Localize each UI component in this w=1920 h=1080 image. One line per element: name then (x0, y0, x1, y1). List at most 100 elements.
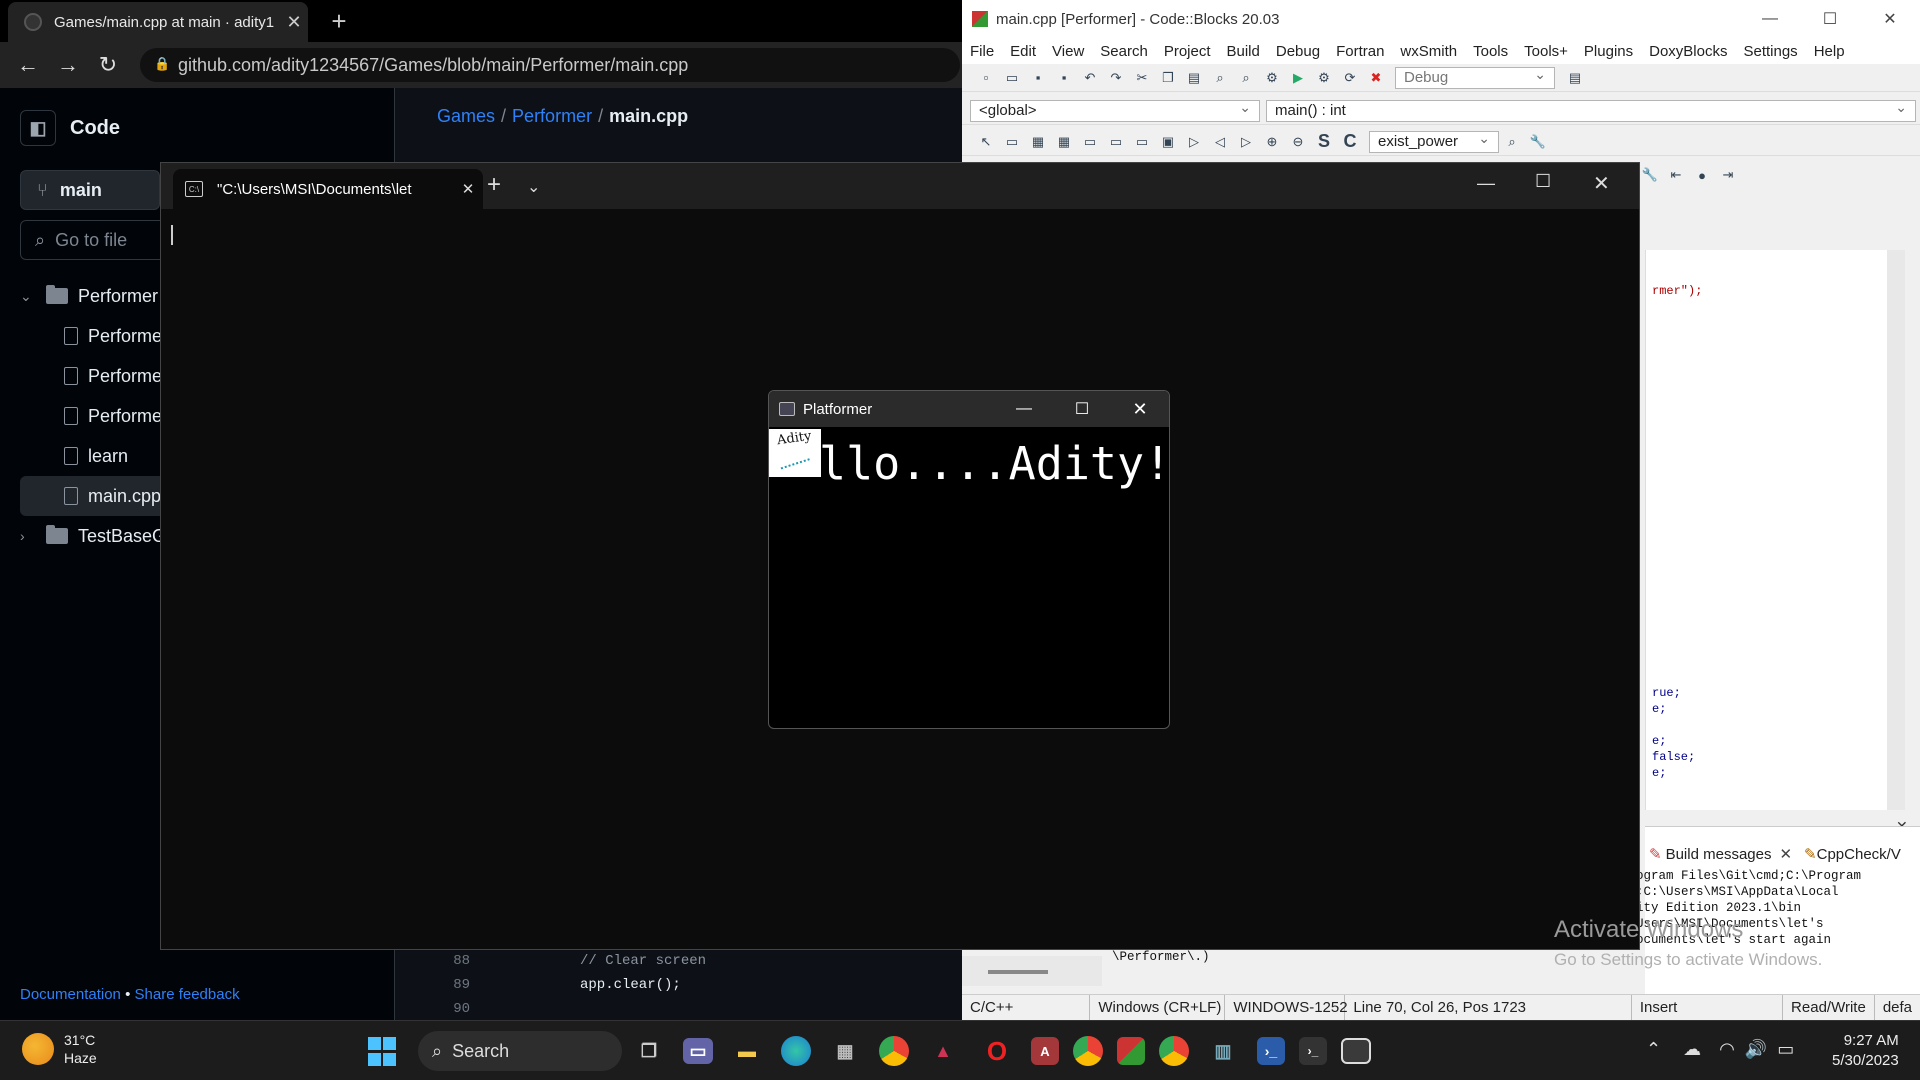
zoom-in-icon[interactable]: ⊕ (1262, 133, 1282, 151)
clock[interactable]: 9:27 AM 5/30/2023 (1832, 1031, 1899, 1071)
teams-chat-icon[interactable]: ▭ (683, 1038, 713, 1064)
close-icon[interactable]: ✕ (1860, 9, 1920, 29)
tab-close-icon[interactable]: ✕ (280, 12, 308, 33)
breadcrumb-folder-link[interactable]: Performer (512, 106, 592, 126)
scope-select[interactable]: <global> (970, 99, 1260, 122)
menu-search[interactable]: Search (1092, 43, 1156, 60)
arrow-box-icon[interactable]: ▷ (1184, 133, 1204, 151)
menu-tools[interactable]: Tools (1465, 43, 1516, 60)
wrench-icon[interactable]: 🔧 (1640, 166, 1660, 184)
box-icon[interactable]: ▣ (1158, 133, 1178, 151)
save-all-icon[interactable]: ▪ (1054, 69, 1074, 87)
new-tab-button[interactable]: + (322, 4, 356, 38)
go-to-file-input[interactable]: ⌕ Go to file (20, 220, 170, 260)
symbol-select[interactable]: exist_power (1369, 130, 1499, 153)
step-back-icon[interactable]: ⇤ (1666, 166, 1686, 184)
minimize-icon[interactable]: — (995, 400, 1053, 418)
menu-tools-plus[interactable]: Tools+ (1516, 43, 1576, 60)
back-arrow-icon[interactable]: ← (8, 45, 48, 85)
menu-project[interactable]: Project (1156, 43, 1219, 60)
tab-close-icon[interactable]: ✕ (453, 180, 483, 198)
tree-file-selected[interactable]: main.cpp (20, 476, 170, 516)
box-icon[interactable]: ▭ (1132, 133, 1152, 151)
code-editor[interactable]: rmer"); rue; e; e; false; e; (1645, 250, 1905, 810)
close-icon[interactable]: ✕ (1593, 171, 1610, 196)
find-icon[interactable]: ⌕ (1210, 69, 1230, 87)
opera-icon[interactable]: O (977, 1031, 1017, 1071)
menu-build[interactable]: Build (1219, 43, 1268, 60)
chevron-down-icon[interactable]: ⌄ (527, 177, 540, 197)
battery-icon[interactable]: ▭ (1777, 1039, 1794, 1060)
chrome-profile-icon[interactable] (1073, 1036, 1103, 1066)
redo-icon[interactable]: ↷ (1106, 69, 1126, 87)
terminal-icon[interactable]: ›_ (1299, 1037, 1327, 1065)
new-tab-icon[interactable]: + (487, 171, 501, 199)
menu-wxsmith[interactable]: wxSmith (1392, 43, 1465, 60)
s-icon[interactable]: S (1314, 131, 1334, 151)
reload-icon[interactable]: ↻ (88, 45, 128, 85)
share-feedback-link[interactable]: Share feedback (135, 986, 240, 1003)
affinity-icon[interactable]: ▲ (923, 1031, 963, 1071)
tab-close-icon[interactable]: ✕ (1779, 845, 1792, 863)
show-select-target-icon[interactable]: ▤ (1565, 69, 1585, 87)
console-window-icon[interactable] (1341, 1038, 1371, 1064)
grid-icon[interactable]: ▦ (1054, 133, 1074, 151)
documentation-link[interactable]: Documentation (20, 986, 121, 1003)
arrow-box-icon[interactable]: ◁ (1210, 133, 1230, 151)
build-target-select[interactable]: Debug (1395, 66, 1555, 89)
maximize-icon[interactable]: ☐ (1535, 171, 1551, 192)
chevron-up-icon[interactable]: ⌃ (1646, 1039, 1661, 1060)
menu-help[interactable]: Help (1806, 43, 1853, 60)
menu-edit[interactable]: Edit (1002, 43, 1044, 60)
abort-icon[interactable]: ✖ (1366, 69, 1386, 87)
forward-arrow-icon[interactable]: → (48, 45, 88, 85)
close-icon[interactable]: ✕ (1111, 399, 1169, 420)
copy-icon[interactable]: ❐ (1158, 69, 1178, 87)
weather-widget[interactable]: 31°C Haze (22, 1031, 97, 1067)
chrome-tab[interactable]: Games/main.cpp at main · adity1 ✕ (8, 2, 308, 42)
menu-debug[interactable]: Debug (1268, 43, 1328, 60)
codeblocks-icon[interactable] (1117, 1037, 1145, 1065)
maximize-icon[interactable]: ☐ (1800, 9, 1860, 29)
save-icon[interactable]: ▪ (1028, 69, 1048, 87)
build-icon[interactable]: ⚙ (1262, 69, 1282, 87)
menu-plugins[interactable]: Plugins (1576, 43, 1641, 60)
breadcrumb-repo-link[interactable]: Games (437, 106, 495, 126)
terminal-tab[interactable]: C:\ "C:\Users\MSI\Documents\let ✕ (173, 169, 483, 209)
new-file-icon[interactable]: ▫ (976, 69, 996, 87)
build-messages-tab[interactable]: ✎ Build messages ✕ ✎ CppCheck/V (1649, 845, 1901, 864)
menu-fortran[interactable]: Fortran (1328, 43, 1392, 60)
maximize-icon[interactable]: ☐ (1053, 399, 1111, 419)
volume-icon[interactable]: 🔊 (1745, 1039, 1767, 1060)
sidebar-collapse-icon[interactable]: ◧ (20, 110, 56, 146)
scrollbar-thumb[interactable] (988, 970, 1048, 974)
function-select[interactable]: main() : int (1266, 99, 1916, 122)
run-icon[interactable]: ▶ (1288, 69, 1308, 87)
store-icon[interactable]: ▦ (825, 1031, 865, 1071)
taskbar-search[interactable]: ⌕ Search (418, 1031, 622, 1071)
arrow-box-icon[interactable]: ▷ (1236, 133, 1256, 151)
box-icon[interactable]: ▭ (1106, 133, 1126, 151)
frame-icon[interactable]: ▭ (1002, 133, 1022, 151)
chrome-icon[interactable] (879, 1036, 909, 1066)
wifi-icon[interactable]: ◠ (1719, 1039, 1735, 1060)
c-icon[interactable]: C (1340, 131, 1360, 151)
file-explorer-icon[interactable]: ▬ (727, 1031, 767, 1071)
chrome-alt-icon[interactable] (1159, 1036, 1189, 1066)
minimize-icon[interactable]: — (1477, 173, 1495, 194)
minimize-icon[interactable]: — (1740, 10, 1800, 28)
cppcheck-tab[interactable]: CppCheck/V (1817, 846, 1901, 863)
menu-view[interactable]: View (1044, 43, 1092, 60)
menu-file[interactable]: File (962, 43, 1002, 60)
windows-start-icon[interactable] (367, 1036, 397, 1066)
search-icon[interactable]: ⌕ (1502, 133, 1522, 151)
resource-monitor-icon[interactable]: ▥ (1203, 1031, 1243, 1071)
step-forward-icon[interactable]: ⇥ (1718, 166, 1738, 184)
rebuild-icon[interactable]: ⟳ (1340, 69, 1360, 87)
address-bar[interactable]: 🔒 github.com/adity1234567/Games/blob/mai… (140, 48, 960, 82)
build-run-icon[interactable]: ⚙ (1314, 69, 1334, 87)
branch-selector[interactable]: ⑂ main (20, 170, 160, 210)
box-icon[interactable]: ▭ (1080, 133, 1100, 151)
undo-icon[interactable]: ↶ (1080, 69, 1100, 87)
zoom-out-icon[interactable]: ⊖ (1288, 133, 1308, 151)
